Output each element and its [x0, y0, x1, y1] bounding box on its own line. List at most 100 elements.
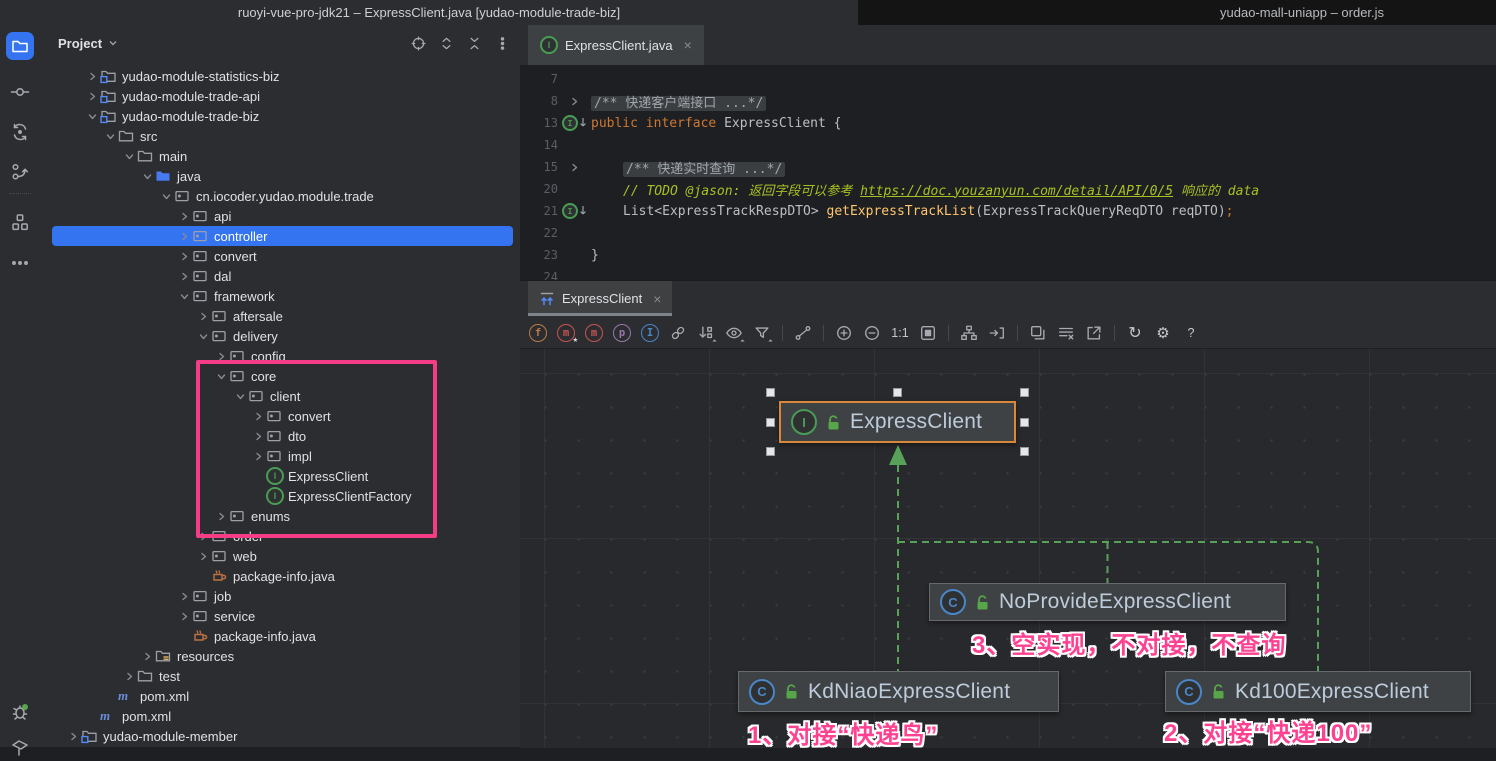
tree-row-impl[interactable]: impl: [40, 446, 520, 466]
tree-row-controller[interactable]: controller: [52, 226, 513, 246]
more-tools-icon[interactable]: [6, 249, 34, 277]
chevron-down-icon[interactable]: [140, 168, 155, 184]
tree-row-web[interactable]: web: [40, 546, 520, 566]
tree-row-convert[interactable]: convert: [40, 406, 520, 426]
chevron-down-icon[interactable]: [103, 128, 118, 144]
collapse-all-icon[interactable]: [466, 35, 483, 52]
chevron-right-icon[interactable]: [85, 88, 100, 104]
chevron-right-icon[interactable]: [196, 308, 211, 324]
selection-handle[interactable]: [1020, 388, 1029, 397]
chevron-right-icon[interactable]: [177, 268, 192, 284]
change-scope-button[interactable]: [722, 321, 746, 345]
selection-handle[interactable]: [766, 418, 775, 427]
tree-row-job[interactable]: job: [40, 586, 520, 606]
diagram-node-expressclient[interactable]: IExpressClient: [779, 401, 1016, 443]
chevron-right-icon[interactable]: [122, 668, 137, 684]
show-dependencies-button[interactable]: [666, 321, 690, 345]
tree-row-pom-xml[interactable]: mpom.xml: [40, 706, 520, 726]
chevron-down-icon[interactable]: [196, 328, 211, 344]
tree-row-test[interactable]: test: [40, 666, 520, 686]
tree-row-core[interactable]: core: [40, 366, 520, 386]
tree-row-yudao-module-trade-biz[interactable]: yudao-module-trade-biz: [40, 106, 520, 126]
chevron-down-icon[interactable]: [122, 148, 137, 164]
chevron-right-icon[interactable]: [177, 588, 192, 604]
commit-icon[interactable]: [6, 78, 34, 106]
chevron-right-icon[interactable]: [251, 408, 266, 424]
implementations-gutter-icon[interactable]: I: [558, 115, 591, 131]
chevron-right-icon[interactable]: [177, 208, 192, 224]
zoom-in-button[interactable]: [832, 321, 856, 345]
close-icon[interactable]: ×: [653, 291, 661, 307]
settings-button[interactable]: ⚙: [1151, 321, 1175, 345]
structure-icon[interactable]: [6, 208, 34, 236]
tree-row-main[interactable]: main: [40, 146, 520, 166]
chevron-right-icon[interactable]: [177, 608, 192, 624]
tree-row-order[interactable]: order: [40, 526, 520, 546]
export-to-file-button[interactable]: [1054, 321, 1078, 345]
chevron-down-icon[interactable]: [177, 288, 192, 304]
chevron-right-icon[interactable]: [214, 508, 229, 524]
tree-row-yudao-module-member[interactable]: yudao-module-member: [40, 726, 520, 746]
tree-row-enums[interactable]: enums: [40, 506, 520, 526]
chevron-down-icon[interactable]: [159, 188, 174, 204]
selection-handle[interactable]: [1020, 447, 1029, 456]
tree-row-service[interactable]: service: [40, 606, 520, 626]
tree-row-dal[interactable]: dal: [40, 266, 520, 286]
locate-icon[interactable]: [410, 35, 427, 52]
implementations-gutter-icon[interactable]: I: [558, 203, 591, 219]
tree-row-expressclientfactory[interactable]: IExpressClientFactory: [40, 486, 520, 506]
diagram-canvas[interactable]: IExpressClient CNoProvideExpressClient CKd…: [520, 349, 1496, 748]
tree-row-pom-xml[interactable]: mpom.xml: [40, 686, 520, 706]
tree-row-dto[interactable]: dto: [40, 426, 520, 446]
route-edges-button[interactable]: [985, 321, 1009, 345]
chevron-down-icon[interactable]: [214, 368, 229, 384]
code-editor[interactable]: 78/** 快递客户端接口 ...*/13Ipublic interface E…: [520, 65, 1496, 283]
tree-row-config[interactable]: config: [40, 346, 520, 366]
project-panel-title[interactable]: Project: [58, 36, 102, 51]
tree-row-api[interactable]: api: [40, 206, 520, 226]
build-icon[interactable]: [6, 733, 34, 761]
chevron-right-icon[interactable]: [66, 728, 81, 744]
chevron-right-icon[interactable]: [251, 448, 266, 464]
fold-marker-icon[interactable]: [558, 162, 591, 173]
help-button[interactable]: ?: [1179, 321, 1203, 345]
tree-row-cn-iocoder-yudao-module-trade[interactable]: cn.iocoder.yudao.module.trade: [40, 186, 520, 206]
selection-handle[interactable]: [1020, 418, 1029, 427]
apply-layout-button[interactable]: [957, 321, 981, 345]
fit-content-button[interactable]: [916, 321, 940, 345]
project-folder-icon[interactable]: [6, 32, 34, 60]
tree-row-resources[interactable]: resources: [40, 646, 520, 666]
sort-members-button[interactable]: [694, 321, 718, 345]
filter-elements-button[interactable]: [750, 321, 774, 345]
chevron-right-icon[interactable]: [251, 428, 266, 444]
tree-row-package-info-java[interactable]: package-info.java: [40, 566, 520, 586]
chevron-right-icon[interactable]: [85, 68, 100, 84]
selection-handle[interactable]: [766, 447, 775, 456]
diagram-node-kdniaoexpressclient[interactable]: CKdNiaoExpressClient: [738, 671, 1059, 712]
diagram-node-kd100expressclient[interactable]: CKd100ExpressClient: [1165, 671, 1471, 712]
fold-marker-icon[interactable]: [558, 96, 591, 107]
zoom-out-button[interactable]: [860, 321, 884, 345]
tree-row-aftersale[interactable]: aftersale: [40, 306, 520, 326]
open-in-editor-button[interactable]: [1082, 321, 1106, 345]
selection-handle[interactable]: [893, 388, 902, 397]
chevron-down-icon[interactable]: [233, 388, 248, 404]
chevron-right-icon[interactable]: [177, 228, 192, 244]
diagram-node-noprovideexpressclient[interactable]: CNoProvideExpressClient: [929, 583, 1286, 621]
tab-expressclient-diagram[interactable]: ExpressClient ×: [528, 281, 672, 316]
more-vertical-icon[interactable]: [494, 35, 511, 52]
fields-visibility-button[interactable]: f: [526, 321, 550, 345]
inner-classes-visibility-button[interactable]: I: [638, 321, 662, 345]
vcs-graph-icon[interactable]: [6, 158, 34, 186]
tree-row-src[interactable]: src: [40, 126, 520, 146]
actual-size-button[interactable]: 1:1: [888, 321, 912, 345]
chevron-right-icon[interactable]: [214, 348, 229, 364]
methods-visibility-button[interactable]: m: [582, 321, 606, 345]
refresh-button[interactable]: ↻: [1123, 321, 1147, 345]
constructors-visibility-button[interactable]: m★: [554, 321, 578, 345]
close-icon[interactable]: ×: [684, 37, 692, 53]
selection-handle[interactable]: [766, 388, 775, 397]
tree-row-expressclient[interactable]: IExpressClient: [40, 466, 520, 486]
chevron-right-icon[interactable]: [140, 648, 155, 664]
tree-row-framework[interactable]: framework: [40, 286, 520, 306]
